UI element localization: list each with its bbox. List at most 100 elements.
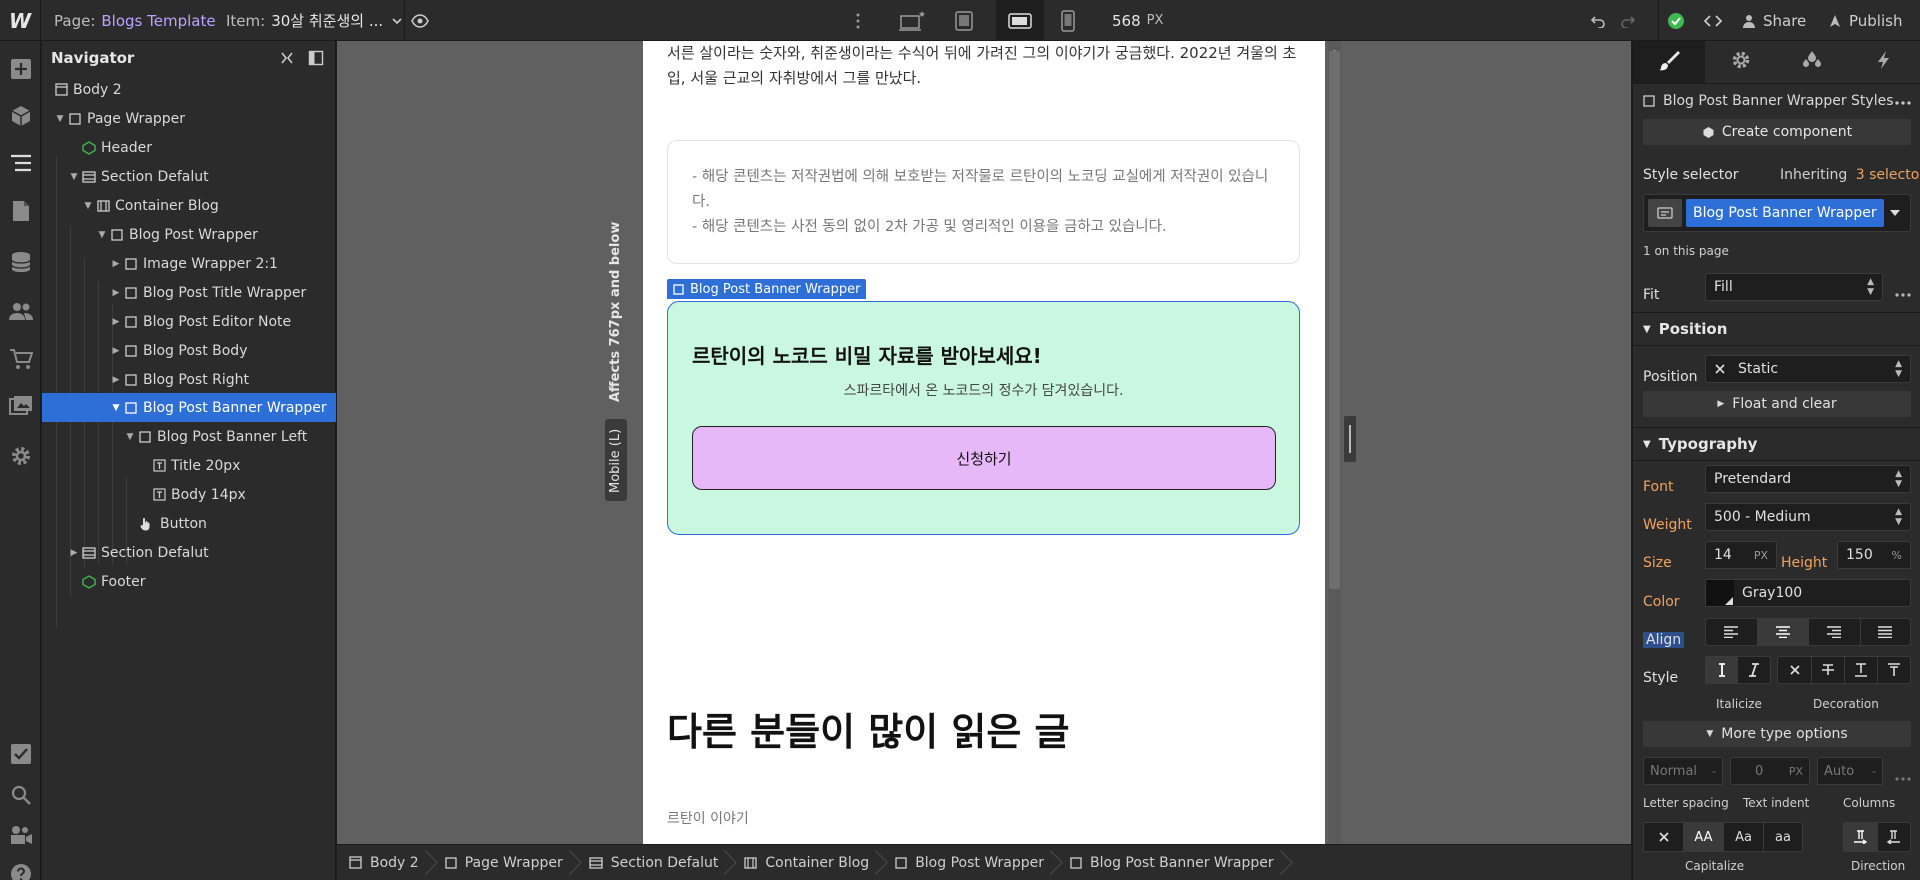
editor-notice-box[interactable]: - 해당 콘텐츠는 저작권법에 의해 보호받는 저작물로 르탄이의 노코딩 교실… — [667, 140, 1300, 264]
pages-icon[interactable] — [0, 191, 41, 231]
caret-right-icon[interactable]: ▶ — [110, 317, 122, 327]
decoration-none-icon[interactable] — [1778, 657, 1812, 683]
breadcrumb-container-blog[interactable]: Container Blog — [732, 845, 883, 880]
text-indent-input[interactable]: 0 PX — [1730, 757, 1810, 785]
site-status-check-icon[interactable] — [1658, 0, 1692, 41]
add-elements-icon[interactable] — [0, 49, 41, 89]
fit-select[interactable]: Fill ▲ ▼ — [1705, 273, 1883, 301]
letter-spacing-input[interactable]: Normal - — [1643, 757, 1723, 785]
align-left-icon[interactable] — [1706, 619, 1758, 645]
cms-database-icon[interactable] — [0, 242, 41, 282]
desktop-base-breakpoint-icon[interactable] — [892, 0, 932, 41]
uppercase-option[interactable]: AA — [1684, 823, 1724, 851]
columns-more-icon[interactable] — [1895, 769, 1911, 785]
caret-right-icon[interactable]: ▶ — [110, 346, 122, 356]
caret-right-icon[interactable]: ▶ — [110, 375, 122, 385]
tab-style-manager[interactable] — [1777, 41, 1849, 83]
users-icon[interactable] — [0, 291, 41, 331]
nav-item-body[interactable]: Body 2 — [42, 75, 336, 104]
settings-gear-icon[interactable] — [0, 436, 41, 476]
selected-element-tag[interactable]: Blog Post Banner Wrapper — [667, 279, 867, 299]
align-center-icon[interactable] — [1757, 619, 1809, 645]
collapse-icon[interactable] — [280, 51, 294, 69]
webflow-logo[interactable]: W — [0, 0, 41, 41]
ecommerce-cart-icon[interactable] — [0, 339, 41, 379]
font-size-input[interactable]: 14 PX — [1705, 541, 1777, 569]
caret-down-icon[interactable]: ▼ — [110, 403, 122, 413]
nav-item-blog-post-right[interactable]: ▶ Blog Post Right — [42, 365, 336, 394]
align-justify-icon[interactable] — [1861, 619, 1911, 645]
breadcrumb-blog-post-wrapper[interactable]: Blog Post Wrapper — [883, 845, 1058, 880]
nav-item-button[interactable]: Button — [42, 509, 336, 538]
banner-title[interactable]: 르탄이의 노코드 비밀 자료를 받아보세요! — [692, 340, 1042, 369]
caret-right-icon[interactable]: ▶ — [68, 548, 80, 558]
more-type-options-toggle[interactable]: ▼ More type options — [1643, 721, 1911, 747]
more-vertical-icon[interactable] — [850, 0, 866, 41]
intro-paragraph[interactable]: 서른 살이라는 숫자와, 취준생이라는 수식어 뒤에 가려진 그의 이야기가 궁… — [667, 41, 1307, 91]
strikethrough-icon[interactable] — [1812, 657, 1845, 683]
caret-down-icon[interactable]: ▼ — [68, 172, 80, 182]
caret-right-icon[interactable]: ▶ — [110, 259, 122, 269]
nav-item-footer[interactable]: Footer — [42, 567, 336, 596]
selector-state-icon[interactable] — [1648, 199, 1682, 227]
position-section-header[interactable]: ▼ Position — [1633, 312, 1920, 346]
lowercase-option[interactable]: aa — [1764, 823, 1802, 851]
underline-icon[interactable] — [1845, 657, 1878, 683]
position-select[interactable]: Static ▲ ▼ — [1705, 355, 1911, 383]
blog-post-banner-wrapper[interactable]: 르탄이의 노코드 비밀 자료를 받아보세요! 스파르타에서 온 노코드의 정수가… — [667, 301, 1300, 535]
code-export-icon[interactable] — [1696, 0, 1730, 41]
banner-apply-button[interactable]: 신청하기 — [692, 426, 1276, 490]
breadcrumb-section-defalut[interactable]: Section Defalut — [577, 845, 733, 880]
popular-posts-heading[interactable]: 다른 분들이 많이 읽은 글 — [667, 701, 1070, 756]
nav-item-container-blog[interactable]: ▼ Container Blog — [42, 191, 336, 220]
nav-item-section-defalut-2[interactable]: ▶ Section Defalut — [42, 538, 336, 567]
nav-item-page-wrapper[interactable]: ▼ Page Wrapper — [42, 104, 336, 133]
navigator-icon[interactable] — [0, 143, 41, 183]
style-selector-field[interactable]: Blog Post Banner Wrapper — [1643, 194, 1911, 232]
redo-icon[interactable] — [1614, 0, 1642, 41]
line-height-input[interactable]: 150 % — [1837, 541, 1911, 569]
scrollbar-thumb[interactable] — [1329, 51, 1340, 589]
selector-tag[interactable]: Blog Post Banner Wrapper — [1686, 199, 1884, 227]
nav-item-title-20px[interactable]: Title 20px — [42, 451, 336, 480]
design-canvas[interactable]: Affects 767px and below Mobile (L) 서른 살이… — [337, 41, 1631, 844]
caret-down-icon[interactable]: ▼ — [82, 201, 94, 211]
overline-icon[interactable] — [1878, 657, 1910, 683]
assets-images-icon[interactable] — [0, 386, 41, 426]
banner-body[interactable]: 스파르타에서 온 노코드의 정수가 담겨있습니다. — [668, 380, 1299, 400]
italic-on-icon[interactable] — [1738, 657, 1770, 683]
nav-item-blog-post-editor-note[interactable]: ▶ Blog Post Editor Note — [42, 307, 336, 336]
font-select[interactable]: Pretendard ▲ ▼ — [1705, 465, 1911, 493]
tablet-breakpoint-icon[interactable] — [944, 0, 984, 41]
undo-icon[interactable] — [1584, 0, 1612, 41]
nav-item-image-wrapper[interactable]: ▶ Image Wrapper 2:1 — [42, 249, 336, 278]
tab-interactions[interactable] — [1848, 41, 1920, 83]
caret-right-icon[interactable]: ▶ — [110, 288, 122, 298]
nav-item-header[interactable]: Header — [42, 133, 336, 162]
inheriting-info[interactable]: Inheriting 3 selectors — [1780, 167, 1920, 183]
caret-down-icon[interactable] — [1890, 210, 1900, 216]
help-icon[interactable] — [0, 854, 41, 880]
preview-eye-icon[interactable] — [404, 0, 434, 41]
caret-down-icon[interactable]: ▼ — [124, 432, 136, 442]
canvas-width-readout[interactable]: 568 PX — [1112, 0, 1163, 41]
color-picker-field[interactable]: Gray100 — [1705, 579, 1911, 607]
resize-handle[interactable] — [1344, 416, 1356, 462]
video-tutorials-icon[interactable] — [0, 815, 41, 855]
more-options-icon[interactable] — [1895, 93, 1911, 109]
nav-item-blog-post-body[interactable]: ▶ Blog Post Body — [42, 336, 336, 365]
post-category-label[interactable]: 르탄이 이야기 — [667, 808, 749, 828]
breadcrumb-body[interactable]: Body 2 — [337, 845, 433, 880]
mobile-portrait-breakpoint-icon[interactable] — [1048, 0, 1088, 41]
color-swatch[interactable] — [1706, 580, 1734, 606]
search-icon[interactable] — [0, 775, 41, 815]
create-component-button[interactable]: Create component — [1643, 119, 1911, 145]
publish-button[interactable]: Publish — [1828, 0, 1902, 41]
nav-item-blog-post-banner-left[interactable]: ▼ Blog Post Banner Left — [42, 422, 336, 451]
nav-item-body-14px[interactable]: Body 14px — [42, 480, 336, 509]
page-preview[interactable]: 서른 살이라는 숫자와, 취준생이라는 수식어 뒤에 가려진 그의 이야기가 궁… — [643, 41, 1325, 844]
breadcrumb-page-wrapper[interactable]: Page Wrapper — [433, 845, 577, 880]
italic-off-icon[interactable] — [1706, 657, 1739, 683]
nav-item-blog-post-wrapper[interactable]: ▼ Blog Post Wrapper — [42, 220, 336, 249]
capitalize-option[interactable]: Aa — [1724, 823, 1764, 851]
